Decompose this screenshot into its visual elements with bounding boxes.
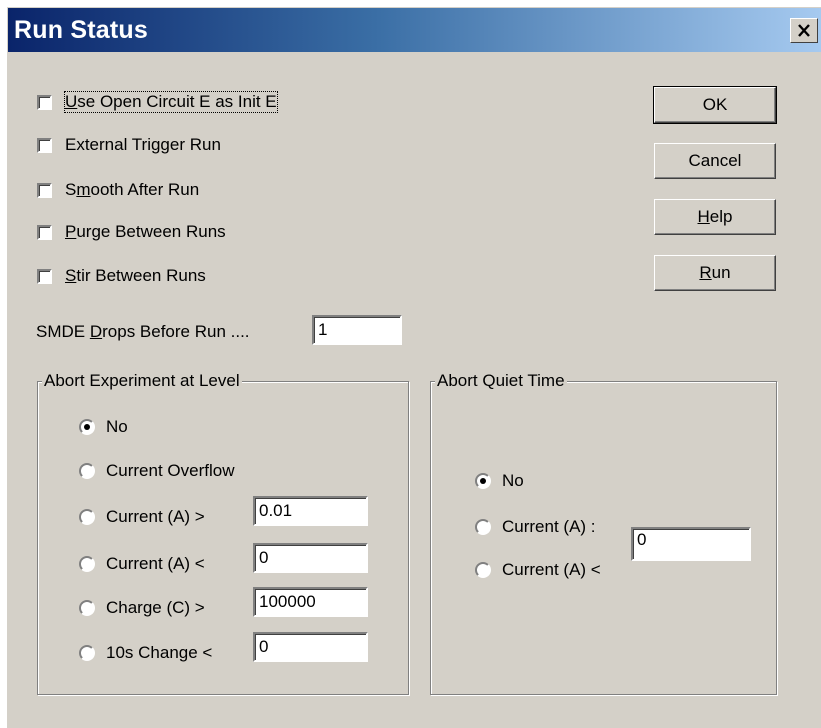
radio-label: 10s Change < <box>106 643 213 662</box>
close-button[interactable] <box>790 18 818 43</box>
run-button-label: Run <box>699 263 730 283</box>
radio-quiet-current-colon[interactable]: Current (A) : <box>475 515 596 539</box>
radio-circle[interactable] <box>79 645 95 661</box>
checkbox-label-use-open-circuit: Use Open Circuit E as Init E <box>64 91 278 113</box>
radio-label: No <box>106 417 128 436</box>
checkbox-label-stir: Stir Between Runs <box>65 266 206 286</box>
label-rest: un <box>711 263 731 282</box>
radio-label: Current (A) : <box>502 517 596 536</box>
mnemonic: m <box>76 180 91 199</box>
label-post: tir Between Runs <box>76 266 206 285</box>
abort-current-greater-input[interactable]: 0.01 <box>253 496 368 526</box>
mnemonic: R <box>699 263 712 282</box>
checkbox-external-trigger[interactable]: External Trigger Run <box>37 132 221 158</box>
radio-abort-charge[interactable]: Charge (C) > <box>79 596 205 620</box>
radio-quiet-no[interactable]: No <box>475 469 524 493</box>
radio-abort-current-overflow[interactable]: Current Overflow <box>79 459 234 483</box>
radio-circle[interactable] <box>79 419 95 435</box>
abort-level-title: Abort Experiment at Level <box>42 371 242 391</box>
checkbox-stir-between-runs[interactable]: Stir Between Runs <box>37 263 206 289</box>
checkbox-box[interactable] <box>37 224 52 240</box>
radio-circle[interactable] <box>79 600 95 616</box>
mnemonic: H <box>697 207 710 226</box>
checkbox-use-open-circuit[interactable]: Use Open Circuit E as Init E <box>37 89 278 115</box>
abort-quiet-title: Abort Quiet Time <box>435 371 567 391</box>
radio-abort-no[interactable]: No <box>79 415 128 439</box>
ok-button-label: OK <box>702 95 728 114</box>
radio-label: Current (A) < <box>502 560 601 579</box>
smde-drops-input[interactable]: 1 <box>312 315 402 345</box>
abort-current-less-input[interactable]: 0 <box>253 543 368 573</box>
title-bar[interactable]: Run Status <box>8 8 821 52</box>
abort-10s-change-input[interactable]: 0 <box>253 632 368 662</box>
checkbox-purge-between-runs[interactable]: Purge Between Runs <box>37 219 226 245</box>
radio-circle[interactable] <box>79 556 95 572</box>
label-post: urge Between Runs <box>76 222 226 241</box>
checkbox-box[interactable] <box>37 94 52 110</box>
label-pre: SMDE <box>36 322 90 341</box>
radio-abort-10s-change[interactable]: 10s Change < <box>79 641 212 665</box>
checkbox-label-smooth: Smooth After Run <box>65 180 199 200</box>
radio-circle[interactable] <box>79 509 95 525</box>
ok-button[interactable]: OK <box>653 86 777 124</box>
abort-level-group: Abort Experiment at Level No Current Ove… <box>37 371 409 695</box>
radio-label: Current (A) < <box>106 554 205 573</box>
checkbox-label-purge: Purge Between Runs <box>65 222 226 242</box>
mnemonic: U <box>65 92 78 111</box>
close-icon <box>798 24 810 37</box>
checkbox-box[interactable] <box>37 137 52 153</box>
smde-drops-label: SMDE Drops Before Run .... <box>36 322 250 342</box>
checkbox-smooth-after-run[interactable]: Smooth After Run <box>37 177 199 203</box>
help-button-label: Help <box>698 207 733 227</box>
radio-abort-current-greater[interactable]: Current (A) > <box>79 505 205 529</box>
run-status-dialog: Run Status Use Open Circuit E as Init E … <box>7 7 821 728</box>
mnemonic: D <box>89 322 103 341</box>
cancel-button[interactable]: Cancel <box>654 143 776 179</box>
label-post: rops Before Run .... <box>102 322 250 341</box>
radio-label: Current Overflow <box>106 461 235 480</box>
radio-circle[interactable] <box>79 463 95 479</box>
radio-circle[interactable] <box>475 473 491 489</box>
help-button[interactable]: Help <box>654 199 776 235</box>
mnemonic: S <box>65 266 77 285</box>
radio-abort-current-less[interactable]: Current (A) < <box>79 552 205 576</box>
label-rest: elp <box>709 207 733 226</box>
radio-label: No <box>502 471 524 490</box>
abort-quiet-current-input[interactable]: 0 <box>631 527 751 561</box>
checkbox-box[interactable] <box>37 182 52 198</box>
radio-circle[interactable] <box>475 562 491 578</box>
radio-quiet-current-less[interactable]: Current (A) < <box>475 558 601 582</box>
dialog-title: Run Status <box>14 16 148 44</box>
checkbox-box[interactable] <box>37 268 52 284</box>
checkbox-label-external-trigger: External Trigger Run <box>65 135 221 154</box>
radio-label: Current (A) > <box>106 507 205 526</box>
cancel-button-label: Cancel <box>688 151 742 170</box>
abort-quiet-group: Abort Quiet Time No Current (A) : Curren… <box>430 371 777 695</box>
label-post: ooth After Run <box>90 180 200 199</box>
radio-label: Charge (C) > <box>106 598 205 617</box>
label-pre: S <box>65 180 77 199</box>
run-button[interactable]: Run <box>654 255 776 291</box>
abort-charge-input[interactable]: 100000 <box>253 587 368 617</box>
radio-circle[interactable] <box>475 519 491 535</box>
label-rest: se Open Circuit E as Init E <box>77 92 277 111</box>
mnemonic: P <box>65 222 77 241</box>
